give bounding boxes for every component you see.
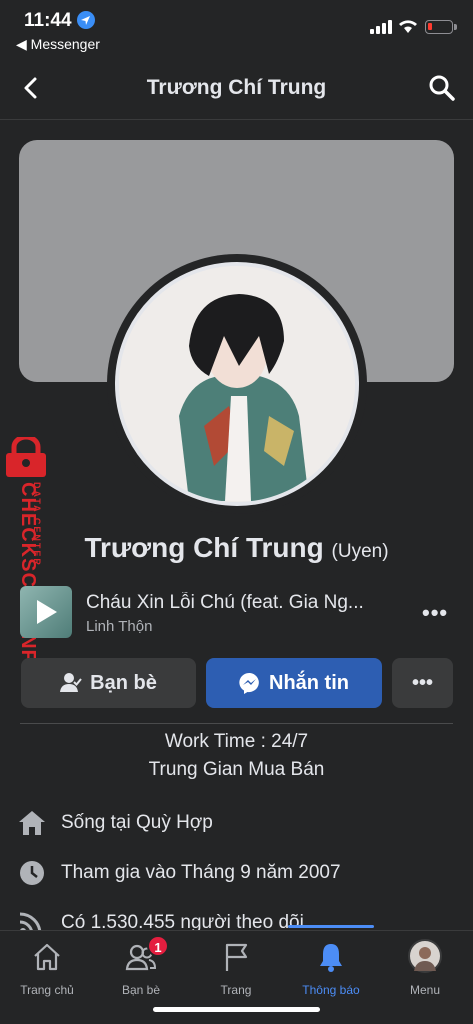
tab-notifications-label: Thông báo (302, 983, 360, 997)
music-cover[interactable] (20, 586, 72, 638)
friends-badge: 1 (147, 935, 169, 957)
status-bar: 11:44 ◀ Messenger (0, 0, 473, 54)
messenger-icon (239, 672, 259, 694)
profile-name: Trương Chí Trung (Uyen) (0, 532, 473, 564)
search-icon[interactable] (428, 74, 456, 102)
info-lives-in-prefix: Sống tại (61, 812, 136, 833)
tab-pages[interactable]: Trang (189, 937, 283, 997)
profile-name-text: Trương Chí Trung (84, 532, 324, 563)
home-indicator (153, 1007, 320, 1012)
song-title: Cháu Xin Lỗi Chú (feat. Gia Ng... (86, 592, 364, 613)
tab-friends[interactable]: 1 Bạn bè (94, 935, 188, 997)
info-followers: Có 1.530.455 người theo dõi (18, 910, 458, 930)
friends-button-label: Bạn bè (90, 671, 157, 694)
tab-notifications[interactable]: Thông báo (284, 937, 378, 997)
padlock-icon (6, 434, 46, 477)
message-button-label: Nhắn tin (269, 671, 349, 694)
flag-icon (220, 941, 252, 973)
rss-icon (18, 910, 46, 930)
page-title: Trương Chí Trung (146, 76, 327, 99)
info-followers-text: Có 1.530.455 người theo dõi (61, 912, 304, 930)
signal-icon (370, 20, 392, 34)
profile-avatar[interactable] (115, 262, 359, 506)
tab-menu[interactable]: Menu (378, 937, 472, 997)
info-joined-text: Tham gia vào Tháng 9 năm 2007 (61, 862, 341, 883)
friend-check-icon (60, 673, 82, 692)
friends-button[interactable]: Bạn bè (21, 658, 196, 708)
info-joined: Tham gia vào Tháng 9 năm 2007 (18, 860, 458, 890)
home-icon (18, 810, 46, 836)
profile-music[interactable]: Cháu Xin Lỗi Chú (feat. Gia Ng... Linh T… (20, 586, 453, 640)
tab-pages-label: Trang (220, 983, 252, 997)
tab-menu-label: Menu (409, 983, 441, 997)
song-artist: Linh Thộn (86, 618, 153, 635)
location-icon (77, 11, 95, 29)
active-tab-indicator (288, 925, 374, 928)
clock-icon (18, 860, 46, 886)
message-button[interactable]: Nhắn tin (206, 658, 382, 708)
divider (20, 723, 453, 724)
back-to-messenger-link[interactable]: ◀ Messenger (16, 36, 100, 53)
bio-line-2: Trung Gian Mua Bán (148, 759, 325, 780)
tab-home[interactable]: Trang chủ (0, 937, 94, 997)
top-nav: Trương Chí Trung (0, 56, 473, 120)
wifi-icon (398, 18, 418, 34)
info-lives-in-value[interactable]: Quỳ Hợp (136, 812, 213, 833)
play-icon[interactable] (37, 600, 57, 624)
tab-friends-label: Bạn bè (121, 983, 161, 997)
status-time: 11:44 (24, 10, 72, 31)
battery-icon (425, 20, 457, 34)
home-icon (31, 941, 63, 973)
bio-line-1: Work Time : 24/7 (164, 731, 309, 752)
profile-alt-name: (Uyen) (331, 541, 389, 562)
music-more-button[interactable]: ••• (422, 600, 448, 626)
more-options-button[interactable]: ••• (392, 658, 453, 708)
bell-icon (315, 941, 347, 973)
info-lives-in: Sống tại Quỳ Hợp (18, 810, 458, 840)
tab-home-label: Trang chủ (20, 983, 74, 997)
avatar-icon (408, 939, 442, 973)
